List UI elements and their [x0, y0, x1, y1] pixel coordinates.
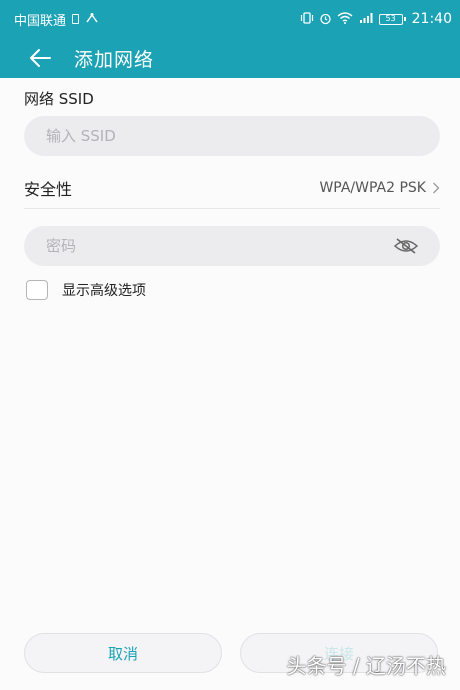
advanced-options-checkbox[interactable]: [26, 280, 48, 300]
cellular-signal-icon: [358, 12, 374, 26]
security-value-wrap: WPA/WPA2 PSK: [319, 180, 440, 196]
security-selector[interactable]: 安全性 WPA/WPA2 PSK: [24, 168, 440, 209]
vibrate-icon: [300, 12, 314, 26]
chevron-right-icon: [433, 182, 440, 194]
back-button[interactable]: [20, 38, 60, 78]
alarm-icon: [319, 12, 332, 27]
advanced-options-toggle[interactable]: 显示高级选项: [26, 280, 146, 300]
arrow-left-icon: [30, 49, 51, 67]
password-input[interactable]: [44, 236, 392, 256]
eye-off-icon: [393, 238, 419, 254]
carrier-name: 中国联通: [14, 13, 67, 29]
cancel-button[interactable]: 取消: [24, 633, 222, 673]
password-field[interactable]: [24, 226, 440, 266]
status-time: 21:40: [411, 11, 452, 27]
status-left: 中国联通: [14, 10, 99, 29]
page-title: 添加网络: [74, 48, 155, 71]
security-value: WPA/WPA2 PSK: [319, 180, 426, 196]
notification-icon: [85, 12, 99, 26]
battery-icon: 53: [378, 13, 406, 25]
toggle-password-visibility-button[interactable]: [392, 236, 420, 256]
ssid-input[interactable]: [44, 126, 420, 146]
advanced-options-label: 显示高级选项: [62, 283, 146, 299]
status-right: 53 21:40: [300, 11, 452, 27]
status-bar: 中国联通 53 21:40: [0, 0, 460, 38]
watermark: 头条号 / 辽汤不热: [286, 654, 446, 678]
app-bar: 添加网络: [0, 38, 460, 78]
wifi-icon: [337, 12, 353, 26]
security-label: 安全性: [24, 180, 73, 199]
ssid-field[interactable]: [24, 116, 440, 156]
sim-card-icon: [72, 14, 80, 24]
ssid-label: 网络 SSID: [24, 90, 94, 108]
